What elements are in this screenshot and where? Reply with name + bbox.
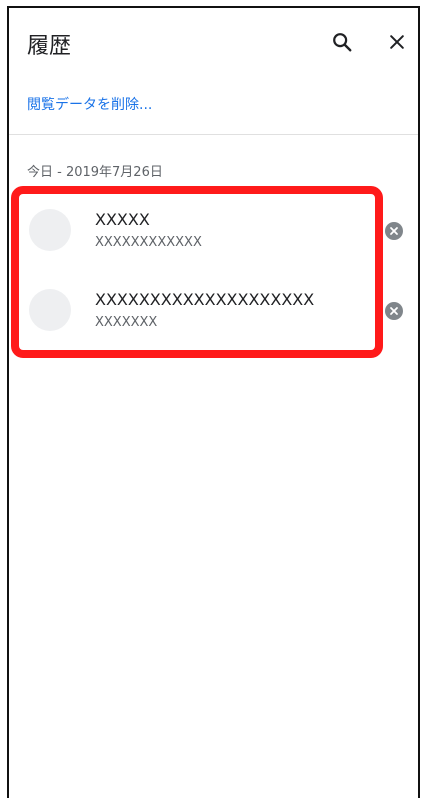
search-button[interactable]: [326, 26, 358, 58]
clear-browsing-data-link[interactable]: 閲覧データを削除...: [27, 94, 152, 114]
history-item-title: XXXXXXXXXXXXXXXXXXXX: [95, 290, 315, 309]
history-item[interactable]: XXXXXXXXXXXXXXXXXXXX XXXXXXX: [9, 272, 418, 352]
history-item-url: XXXXXXX: [95, 315, 158, 330]
divider: [9, 134, 418, 135]
history-list: XXXXX XXXXXXXXXXXX XXXXXXXXXXXXXXXXXXXX …: [9, 192, 418, 352]
history-item-title: XXXXX: [95, 210, 150, 229]
close-icon: [390, 35, 404, 49]
site-favicon: [29, 289, 71, 331]
remove-history-item-button[interactable]: [385, 222, 403, 240]
search-icon: [333, 33, 352, 52]
date-section-header: 今日 - 2019年7月26日: [27, 165, 163, 180]
history-item[interactable]: XXXXX XXXXXXXXXXXX: [9, 192, 418, 272]
history-item-url: XXXXXXXXXXXX: [95, 235, 202, 250]
remove-history-item-button[interactable]: [385, 302, 403, 320]
close-button[interactable]: [381, 26, 413, 58]
top-bar: 履歴: [9, 8, 418, 82]
remove-circle-icon: [390, 227, 398, 235]
page-title: 履歴: [27, 34, 72, 59]
site-favicon: [29, 209, 71, 251]
remove-circle-icon: [390, 307, 398, 315]
history-panel: 履歴 閲覧データを削除... 今日 - 2019年7月26日 XXXXX XXX…: [7, 6, 420, 798]
